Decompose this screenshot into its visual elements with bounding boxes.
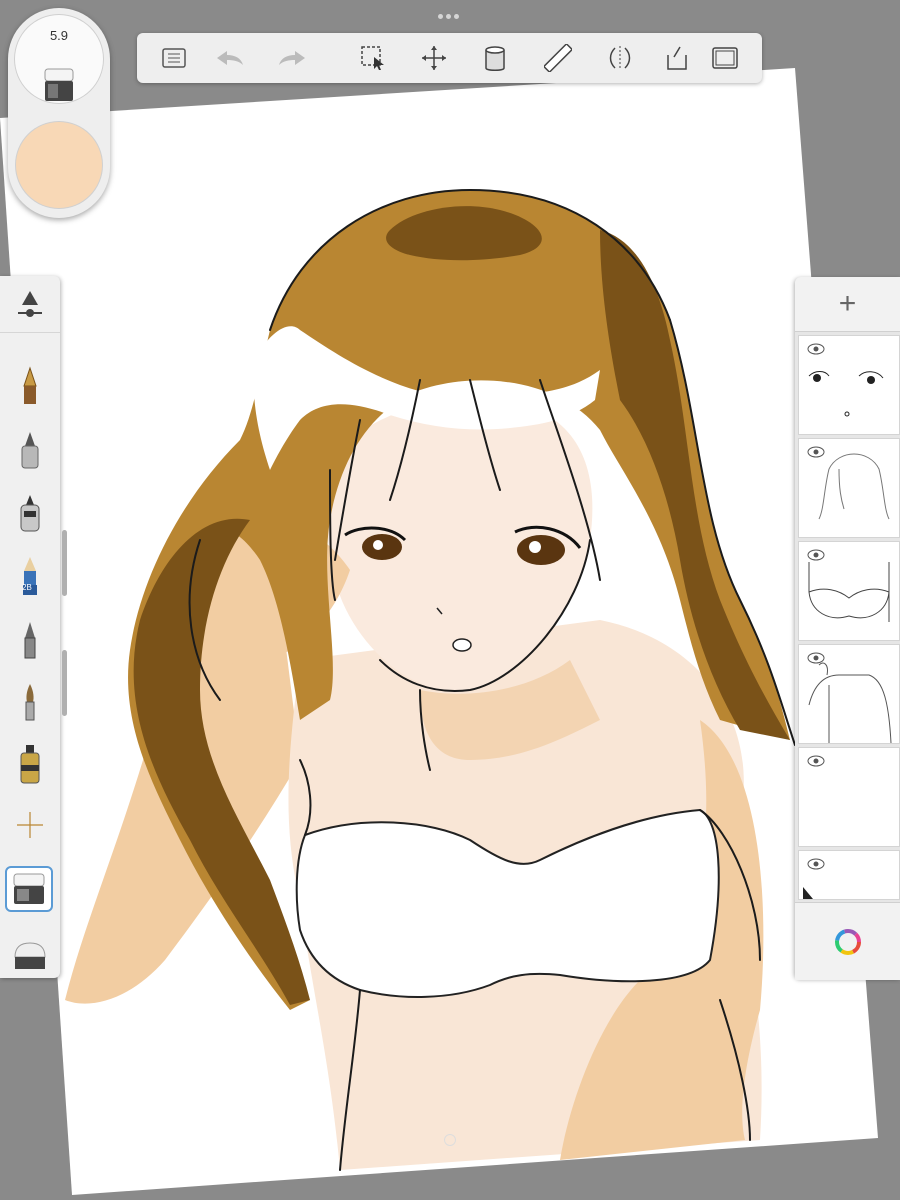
perspective-icon[interactable] xyxy=(661,42,693,74)
eraser-icon[interactable] xyxy=(5,866,53,912)
brush-size-control[interactable]: 5.9 xyxy=(14,14,104,104)
layer-bra-sketch[interactable] xyxy=(798,541,900,641)
list-icon[interactable] xyxy=(158,42,190,74)
paintbrush-icon[interactable] xyxy=(8,680,52,724)
pencil-grade-label: 2B xyxy=(22,583,32,592)
eye-icon[interactable] xyxy=(807,652,825,664)
layer-partial[interactable] xyxy=(798,850,900,900)
transform-icon[interactable] xyxy=(418,42,450,74)
palette-handle-bottom[interactable] xyxy=(62,650,67,716)
fullscreen-icon[interactable] xyxy=(709,42,741,74)
brush-puck: 5.9 xyxy=(8,8,110,218)
color-wheel-button[interactable] xyxy=(795,902,900,980)
eye-icon[interactable] xyxy=(807,549,825,561)
layer-body-sketch[interactable] xyxy=(798,644,900,744)
more-dots[interactable] xyxy=(438,6,464,19)
top-toolbar xyxy=(137,33,762,83)
color-wheel-icon xyxy=(834,928,861,955)
selection-icon[interactable] xyxy=(357,42,389,74)
bottle-brush-icon[interactable] xyxy=(8,742,52,786)
layer-empty[interactable] xyxy=(798,747,900,847)
palette-handle-top[interactable] xyxy=(62,530,67,596)
symmetry-icon[interactable] xyxy=(604,42,636,74)
color-puck[interactable] xyxy=(16,122,102,208)
smudge-icon[interactable] xyxy=(8,803,52,847)
eye-icon[interactable] xyxy=(807,446,825,458)
eye-icon[interactable] xyxy=(807,343,825,355)
redo-icon[interactable] xyxy=(277,42,309,74)
drawing-canvas[interactable] xyxy=(0,0,900,1200)
layer-face[interactable] xyxy=(798,335,900,435)
brush-palette: 2B xyxy=(0,276,60,978)
ruler-icon[interactable] xyxy=(542,42,574,74)
layers-panel: + xyxy=(795,277,900,980)
marker-icon[interactable] xyxy=(8,428,52,472)
add-layer-button[interactable]: + xyxy=(795,277,900,332)
airbrush-icon[interactable] xyxy=(8,491,52,535)
fill-bucket-icon[interactable] xyxy=(479,42,511,74)
mouth xyxy=(452,638,472,652)
soft-eraser-icon[interactable] xyxy=(8,934,52,978)
layer-hair-sketch[interactable] xyxy=(798,438,900,538)
pen-nib-icon[interactable] xyxy=(8,364,52,408)
brush-size-value: 5.9 xyxy=(49,28,69,43)
eye-icon[interactable] xyxy=(807,858,825,870)
pencil-2b-icon[interactable]: 2B xyxy=(8,554,52,598)
undo-icon[interactable] xyxy=(213,42,245,74)
eraser-icon xyxy=(44,68,74,101)
brush-settings-icon[interactable] xyxy=(8,282,52,326)
home-indicator[interactable] xyxy=(444,1134,456,1146)
ink-pen-icon[interactable] xyxy=(8,618,52,662)
eye-icon[interactable] xyxy=(807,755,825,767)
